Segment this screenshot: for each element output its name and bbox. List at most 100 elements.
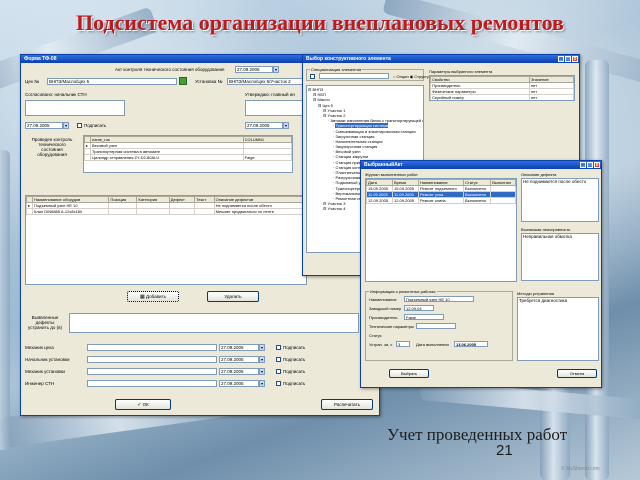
- defect-desc-title: Описание дефекта: [521, 172, 557, 177]
- equipment-grid[interactable]: name_rus COLUMN1 ▸ Весовой узел Транспорт…: [83, 135, 293, 173]
- delete-button[interactable]: Удалить: [207, 291, 259, 302]
- cancel-button[interactable]: Отмена: [557, 369, 597, 378]
- minimize-button[interactable]: _: [580, 162, 586, 168]
- table-row[interactable]: Цилиндр отправления ZY-D2-80ALU Faige: [84, 154, 292, 161]
- chevron-down-icon[interactable]: ▾: [63, 122, 69, 129]
- name-field[interactable]: Подъемный узел НЕ 10: [404, 296, 474, 302]
- agreed-label: Согласовано: начальник СТН: [25, 92, 87, 97]
- minimize-button[interactable]: _: [558, 56, 564, 62]
- close-button[interactable]: x: [594, 162, 600, 168]
- approved-label: Утверждаю: главный ин: [245, 92, 295, 97]
- sign-date-field[interactable]: 27.09.2005: [219, 344, 259, 351]
- params-label: Технические параметры: [369, 324, 415, 329]
- status-label: Статус: [369, 333, 382, 338]
- sign-date-field[interactable]: 27.09.2005: [219, 368, 259, 375]
- mech-installation-label: Механик установки: [25, 369, 65, 374]
- close-button[interactable]: x: [572, 56, 578, 62]
- watermark: © MyShared.com: [561, 466, 600, 472]
- sign-label: Подписать: [283, 345, 306, 350]
- add-icon: ▦: [140, 294, 145, 300]
- sign-agreed-checkbox[interactable]: [77, 123, 82, 128]
- sign-label: Подписать: [283, 357, 306, 362]
- works-grid[interactable]: Дата Время Наименование Статус Выполнил …: [365, 178, 517, 282]
- control-label: Проведен контроль технического состояния…: [31, 137, 73, 157]
- maximize-button[interactable]: □: [565, 56, 571, 62]
- cause-field[interactable]: Неправильная обмотка: [521, 233, 599, 281]
- done-date-field[interactable]: 13.06.2005: [454, 341, 488, 347]
- engineer-stn-label: Инженер СТН: [25, 381, 55, 386]
- sign-agreed-label: Подписать: [84, 123, 107, 128]
- head-installation-label: Начальник установки: [25, 357, 70, 362]
- agreed-field[interactable]: [25, 100, 125, 116]
- maker-field[interactable]: Faige: [404, 314, 444, 320]
- chevron-down-icon[interactable]: ▾: [283, 122, 289, 129]
- info-groupbox: Информация о ремонтных работах Наименова…: [365, 289, 513, 361]
- workshop-field[interactable]: ВНПЗ/Масло/Цех 5: [47, 78, 177, 85]
- methods-title: Методы устранения: [517, 291, 554, 296]
- chevron-down-icon[interactable]: ▾: [259, 380, 265, 387]
- sign-checkbox[interactable]: [276, 369, 281, 374]
- maximize-button[interactable]: □: [587, 162, 593, 168]
- form-title: Форма ТФ-08: [24, 56, 57, 62]
- table-row[interactable]: Серийный номер нет: [430, 94, 574, 100]
- mech-installation-field[interactable]: [87, 368, 217, 375]
- checkmark-icon: ✔: [137, 402, 142, 408]
- sign-date-field[interactable]: 27.09.2005: [219, 356, 259, 363]
- act-title: Акт контроля технического состояния обор…: [115, 67, 225, 72]
- chevron-down-icon[interactable]: ▾: [259, 368, 265, 375]
- params-title: Параметры выбранного элемента: [429, 69, 493, 74]
- approved-field[interactable]: [245, 100, 307, 116]
- ok-button[interactable]: ✔ ОК: [115, 399, 171, 410]
- engineer-stn-field[interactable]: [87, 380, 217, 387]
- slide-caption: Учет проведенных работ: [387, 425, 568, 444]
- plant-field[interactable]: 12.09.04: [404, 305, 434, 311]
- filter-groupbox: Специализация элементов ○ Опции ◉ Структ…: [306, 67, 433, 81]
- period-field[interactable]: 3: [396, 341, 410, 347]
- workshop-select-icon[interactable]: [179, 77, 187, 85]
- detected-field[interactable]: [69, 313, 359, 333]
- installation-field[interactable]: ВНПЗ/Масло/Цех 5/Участок 2: [227, 78, 307, 85]
- repair-titlebar: ВыбранныйАкт _ □ x: [361, 161, 601, 169]
- page-number: 21: [496, 442, 513, 459]
- select-button[interactable]: Выбрать: [389, 369, 429, 378]
- methods-field[interactable]: Требуется диагностика: [517, 297, 599, 361]
- add-button[interactable]: ▦ Добавить: [127, 291, 179, 302]
- chevron-down-icon[interactable]: ▾: [259, 344, 265, 351]
- cause-title: Возникшая неисправность: [521, 227, 571, 232]
- print-button[interactable]: Распечатать: [321, 399, 373, 410]
- agreed-date-field[interactable]: 27.09.2005: [25, 122, 63, 129]
- sign-checkbox[interactable]: [276, 357, 281, 362]
- mech-workshop-label: Механик цеха: [25, 345, 54, 350]
- filter-checkbox[interactable]: [310, 74, 315, 79]
- done-label: Дата выполнения: [416, 342, 449, 347]
- period-label: Устран. за, ч: [369, 342, 393, 347]
- workshop-label: Цех №: [25, 79, 40, 84]
- table-row[interactable]: 12.09.2005 12.09.2005 Ремонт клина Выполнен…: [366, 197, 516, 204]
- params-field[interactable]: [416, 323, 456, 329]
- installation-label: Установка №: [195, 79, 223, 84]
- sign-checkbox[interactable]: [276, 381, 281, 386]
- sign-label: Подписать: [283, 381, 306, 386]
- chevron-down-icon[interactable]: ▾: [273, 66, 279, 73]
- radio-options[interactable]: ○ Опции ◉ Структура: [393, 74, 433, 79]
- element-select-titlebar: Выбор конструктивного элемента _ □ x: [303, 55, 579, 63]
- table-row[interactable]: Клин DIN6885 A-12x8x180 Мешает продвигать…: [26, 208, 306, 215]
- repair-window: ВыбранныйАкт _ □ x Журнал выполненных ра…: [360, 160, 602, 388]
- slide-title: Подсистема организации внеплановых ремон…: [76, 10, 564, 35]
- approved-date-field[interactable]: 27.09.2005: [245, 122, 283, 129]
- sign-checkbox[interactable]: [276, 345, 281, 350]
- chevron-down-icon[interactable]: ▾: [259, 356, 265, 363]
- head-installation-field[interactable]: [87, 356, 217, 363]
- sign-label: Подписать: [283, 369, 306, 374]
- sign-date-field[interactable]: 27.09.2005: [219, 380, 259, 387]
- act-date-field[interactable]: 27.09.2005: [235, 66, 273, 73]
- detected-label: Выявленные дефекты устранить до (в): [28, 315, 62, 330]
- maker-label: Производитель: [369, 315, 398, 320]
- mech-workshop-field[interactable]: [87, 344, 217, 351]
- filter-field[interactable]: [319, 73, 389, 79]
- works-title: Журнал выполненных работ: [365, 172, 418, 177]
- defect-desc-field[interactable]: Не поднимается после обесто: [521, 178, 599, 222]
- defects-grid[interactable]: Наименование оборудов Позиция Категория …: [25, 195, 307, 285]
- params-grid[interactable]: Свойство Значение Производитель нет Физич…: [429, 75, 575, 101]
- name-label: Наименование: [369, 297, 397, 302]
